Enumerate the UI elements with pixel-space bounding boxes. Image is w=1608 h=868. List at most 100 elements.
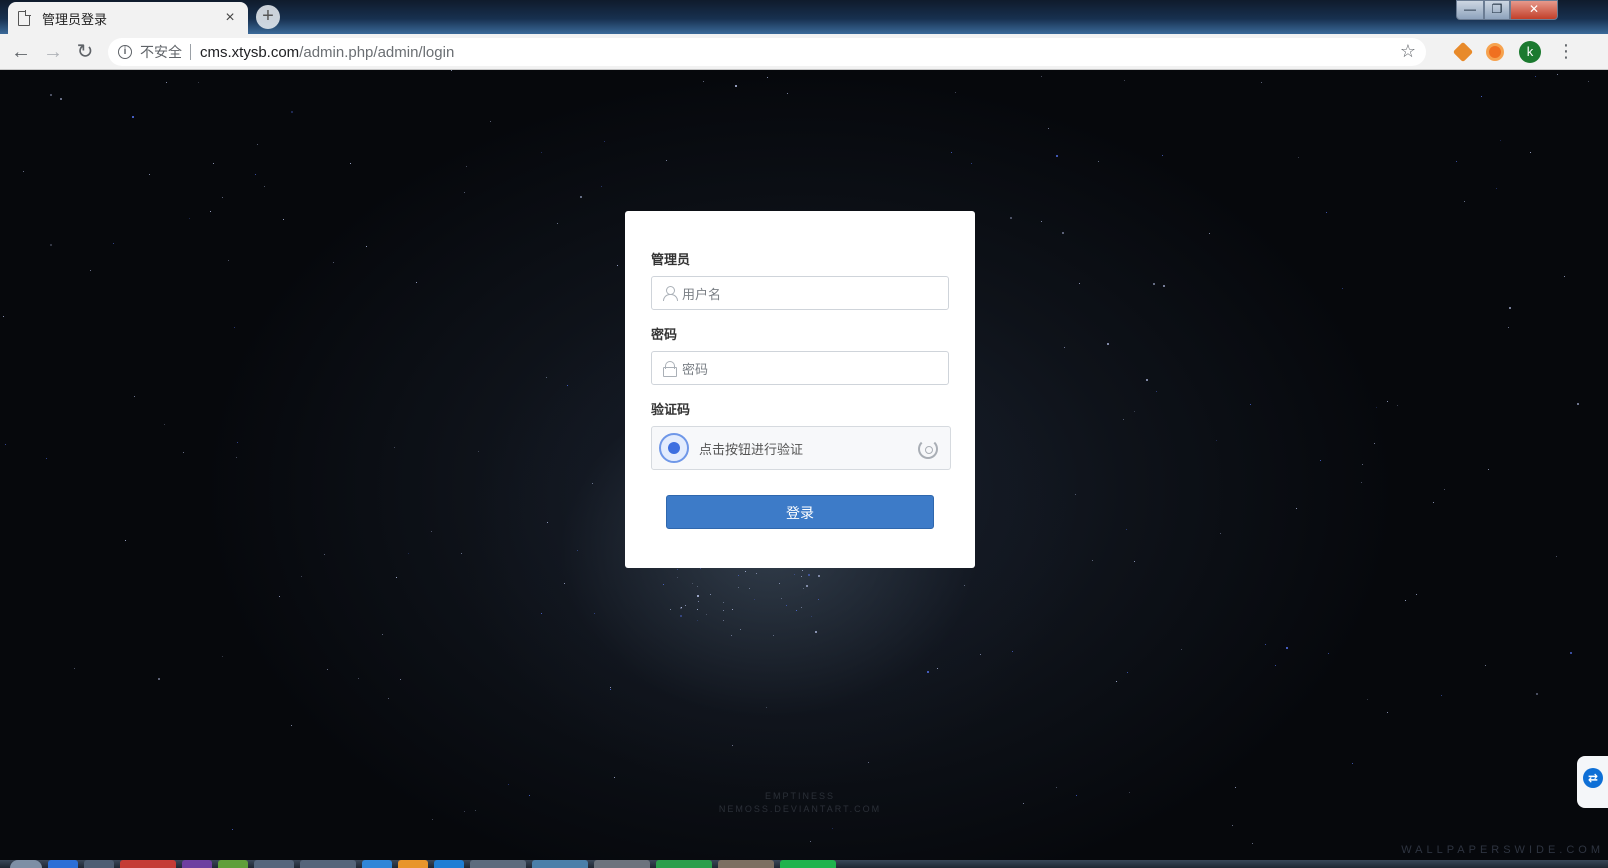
url-path[interactable]: /admin.php/admin/login	[299, 44, 454, 61]
start-button[interactable]	[10, 860, 42, 868]
user-icon	[662, 285, 678, 301]
tab-close-button[interactable]: ×	[222, 10, 238, 26]
taskbar-app[interactable]	[780, 860, 836, 868]
forward-button[interactable]: →	[41, 40, 65, 64]
login-button[interactable]: 登录	[666, 495, 934, 529]
taskbar-app[interactable]	[254, 860, 294, 868]
star-dot	[1232, 825, 1234, 827]
star-dot	[709, 593, 711, 595]
captcha-verify-button[interactable]: 点击按钮进行验证	[651, 426, 951, 470]
url-host[interactable]: cms.xtysb.com	[200, 44, 299, 61]
taskbar-app[interactable]	[470, 860, 526, 868]
profile-avatar[interactable]: k	[1519, 41, 1541, 63]
taskbar-app[interactable]	[48, 860, 78, 868]
login-card: 管理员 用户名 密码 密码 验证码 点击按钮进行验证 登录	[625, 211, 975, 568]
taskbar-app[interactable]	[718, 860, 774, 868]
star-dot	[738, 587, 740, 589]
star-dot	[350, 162, 352, 164]
taskbar-app[interactable]	[84, 860, 114, 868]
captcha-prompt: 点击按钮进行验证	[699, 441, 804, 457]
star-dot	[556, 222, 558, 224]
star-dot	[113, 243, 115, 244]
teamviewer-icon: ⇄	[1583, 768, 1603, 788]
wallpaper-credit-site: NEMOSS.DEVIANTART.COM	[718, 804, 882, 814]
star-dot	[722, 610, 724, 612]
star-dot	[1496, 187, 1498, 189]
star-dot	[1432, 502, 1434, 504]
security-label[interactable]: 不安全	[140, 42, 182, 62]
taskbar-app[interactable]	[398, 860, 428, 868]
star-dot	[749, 588, 751, 590]
username-input[interactable]: 用户名	[651, 276, 949, 310]
star-dot	[231, 828, 233, 830]
star-dot	[794, 574, 796, 576]
taskbar-app[interactable]	[362, 860, 392, 868]
star-dot	[1079, 282, 1081, 284]
taskbar-app[interactable]	[656, 860, 712, 868]
browser-window: 管理员登录 × + — ❐ ✕ ← → ↻ i 不安全 cms.xtysb.co…	[0, 0, 1608, 868]
star-dot	[387, 698, 389, 700]
star-dot	[1106, 343, 1109, 346]
star-dot	[753, 599, 755, 601]
browser-menu-icon[interactable]: ⋮	[1557, 41, 1575, 61]
star-dot	[357, 678, 359, 680]
star-dot	[73, 668, 75, 670]
refresh-icon[interactable]	[918, 439, 938, 459]
taskbar-app[interactable]	[434, 860, 464, 868]
back-button[interactable]: ←	[9, 40, 33, 64]
star-dot	[1367, 699, 1368, 701]
star-dot	[1251, 843, 1253, 845]
minimize-button[interactable]: —	[1456, 0, 1484, 20]
star-dot	[1156, 390, 1158, 392]
star-dot	[508, 784, 510, 786]
star-dot	[1387, 712, 1389, 714]
star-dot	[697, 608, 699, 610]
close-window-button[interactable]: ✕	[1510, 0, 1558, 20]
star-dot	[464, 811, 466, 813]
new-tab-button[interactable]: +	[256, 5, 280, 29]
star-dot	[795, 610, 797, 612]
taskbar-app[interactable]	[182, 860, 212, 868]
star-dot	[546, 376, 548, 378]
info-icon[interactable]: i	[118, 45, 132, 59]
star-dot	[609, 686, 611, 688]
teamviewer-panel-tab[interactable]: ⇄	[1577, 756, 1608, 808]
star-dot	[1064, 347, 1066, 349]
star-dot	[831, 828, 833, 830]
star-dot	[806, 585, 809, 588]
star-dot	[1220, 532, 1222, 534]
address-separator	[190, 44, 191, 60]
star-dot	[1009, 216, 1012, 219]
star-dot	[1055, 786, 1057, 788]
taskbar-app[interactable]	[300, 860, 356, 868]
star-dot	[1555, 555, 1557, 557]
address-bar[interactable]: i 不安全 cms.xtysb.com /admin.php/admin/log…	[108, 38, 1426, 66]
star-dot	[540, 151, 542, 153]
star-dot	[49, 93, 52, 96]
star-dot	[132, 115, 135, 118]
star-dot	[705, 613, 707, 615]
extension-icon[interactable]	[1486, 43, 1504, 61]
bookmark-star-icon[interactable]: ☆	[1400, 41, 1416, 62]
star-dot	[773, 635, 775, 637]
star-dot	[1261, 82, 1263, 84]
star-dot	[1535, 692, 1538, 695]
star-dot	[124, 540, 126, 542]
tab-admin-login[interactable]: 管理员登录 ×	[8, 2, 248, 34]
star-dot	[157, 677, 160, 680]
star-dot	[1319, 460, 1321, 462]
taskbar-app[interactable]	[594, 860, 650, 868]
metamask-extension-icon[interactable]	[1452, 41, 1474, 63]
star-dot	[980, 653, 982, 655]
reload-button[interactable]: ↻	[73, 40, 97, 64]
password-input[interactable]: 密码	[651, 351, 949, 385]
star-dot	[1161, 154, 1163, 156]
maximize-button[interactable]: ❐	[1484, 0, 1510, 20]
taskbar-app[interactable]	[120, 860, 176, 868]
star-dot	[547, 522, 549, 524]
star-dot	[90, 270, 92, 272]
star-dot	[1012, 650, 1014, 652]
taskbar-app[interactable]	[218, 860, 248, 868]
taskbar-app[interactable]	[532, 860, 588, 868]
star-dot	[1444, 488, 1446, 490]
